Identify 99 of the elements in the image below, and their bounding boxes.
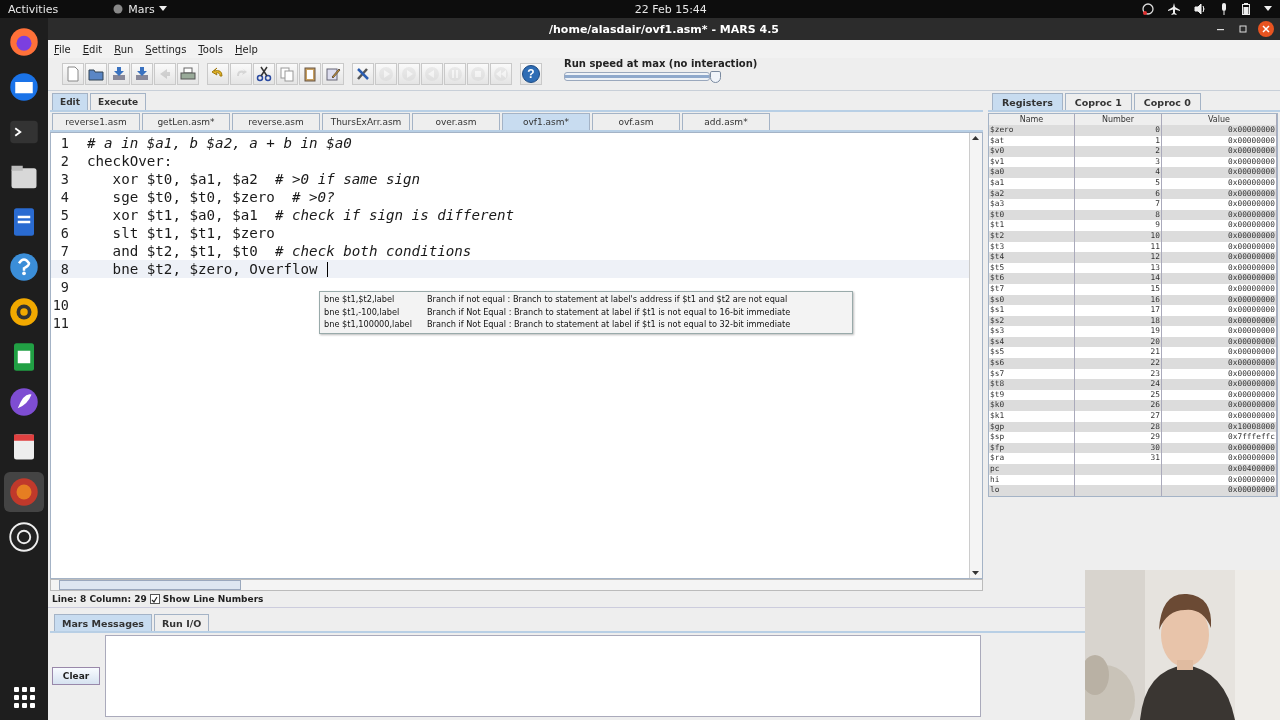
cursor-position: Line: 8 Column: 29 <box>52 594 147 604</box>
checkbox-label[interactable]: Show Line Numbers <box>162 594 264 604</box>
code-line: and $t2, $t1, $t0 # check both conditions <box>111 243 472 259</box>
clock[interactable]: 22 Feb 15:44 <box>634 2 707 16</box>
scissors-icon <box>256 66 272 82</box>
file-tab[interactable]: ThursExArr.asm <box>322 113 410 130</box>
speed-label: Run speed at max (no interaction) <box>564 57 758 69</box>
edit-icon <box>325 66 341 82</box>
printer-icon <box>180 66 196 82</box>
download-icon <box>111 66 127 82</box>
file-tab[interactable]: over.asm <box>412 113 500 130</box>
line-number: 6 <box>59 225 69 241</box>
message-tab[interactable]: Mars Messages <box>54 614 153 631</box>
suggestion-syntax[interactable]: bne $t1,100000,label <box>324 319 427 330</box>
menu-item[interactable]: Edit <box>82 43 103 55</box>
grid-icon[interactable] <box>13 686 35 708</box>
column-header[interactable]: Value <box>1162 114 1277 125</box>
menu-item[interactable]: File <box>54 43 71 55</box>
register-tab[interactable]: Registers <box>992 93 1063 110</box>
activities-button[interactable]: Activities <box>8 2 59 16</box>
disc-icon <box>9 477 39 507</box>
check-icon <box>151 595 159 603</box>
line-number: 8 <box>59 261 69 277</box>
register-tab[interactable]: Coproc 1 <box>1064 93 1132 110</box>
microphone-icon[interactable] <box>1220 3 1228 15</box>
file-tab[interactable]: ovf.asm <box>592 113 680 130</box>
caret-icon <box>158 6 167 12</box>
line-number: 5 <box>59 207 69 223</box>
battery-icon[interactable] <box>1242 3 1250 15</box>
volume-icon[interactable] <box>1194 3 1206 15</box>
text-cursor <box>326 261 328 277</box>
speed-slider[interactable] <box>564 72 710 81</box>
toolbar-button[interactable] <box>85 63 107 85</box>
suggestion-syntax[interactable]: bne $t1,$t2,label <box>324 294 427 305</box>
slider-thumb[interactable] <box>710 70 721 83</box>
suggestion-description: Branch if not equal : Branch to statement at label's address if $t1 and $t2 are not equal <box>427 294 788 305</box>
horizontal-scrollbar[interactable] <box>50 579 983 591</box>
caret-icon[interactable] <box>1264 6 1272 12</box>
line-number: 9 <box>59 279 69 295</box>
pause-icon <box>447 66 463 82</box>
toolbar-button[interactable] <box>253 63 275 85</box>
rewind-icon <box>493 66 509 82</box>
code-line: bne $t2, $zero, Overflow <box>111 261 318 277</box>
file-tab[interactable]: reverse1.asm <box>52 113 140 130</box>
folder-icon <box>88 66 104 82</box>
airplane-icon[interactable] <box>1168 3 1180 15</box>
feather-icon <box>9 387 39 417</box>
menu-item[interactable]: Run <box>114 43 134 55</box>
line-number: 1 <box>59 135 69 151</box>
scroll-thumb[interactable] <box>59 580 241 590</box>
code-line: sge $t0, $t0, $zero # >0? <box>111 189 335 205</box>
line-number: 2 <box>59 153 69 169</box>
file-tab[interactable]: add.asm* <box>682 113 770 130</box>
column-header[interactable]: Name <box>989 114 1075 125</box>
line-number: 3 <box>59 171 69 187</box>
app-menu[interactable]: Mars <box>128 2 155 16</box>
line-number: 11 <box>51 315 69 331</box>
play-icon <box>378 66 394 82</box>
step-icon <box>401 66 417 82</box>
window-title: /home/alasdair/ovf1.asm* - MARS 4.5 <box>549 22 779 36</box>
update-icon[interactable] <box>1142 3 1154 15</box>
stop-icon <box>470 66 486 82</box>
menu-item[interactable]: Tools <box>198 43 223 55</box>
suggestion-syntax[interactable]: bne $t1,-100,label <box>324 306 427 317</box>
file-tab[interactable]: ovf1.asm* <box>502 113 590 130</box>
help-icon <box>9 252 39 282</box>
code-line: xor $t0, $a1, $a2 # >0 if same sign <box>111 171 421 187</box>
menu-item[interactable]: Help <box>235 43 258 55</box>
suggestion-description: Branch if Not Equal : Branch to statement at label if $t1 is not equal to 16-bit immediate <box>427 306 791 317</box>
code-comment: # a in $a1, b $a2, a + b in $a0 <box>87 135 352 151</box>
code-line: slt $t1, $t1, $zero <box>111 225 275 241</box>
speaker-icon <box>9 297 39 327</box>
line-number: 10 <box>51 297 69 313</box>
mode-tab[interactable]: Edit <box>52 93 88 110</box>
envelope-icon <box>9 72 39 102</box>
new-file-icon <box>65 66 81 82</box>
file-tab[interactable]: reverse.asm <box>232 113 320 130</box>
code-line: xor $t1, $a0, $a1 # check if sign is different <box>111 207 515 223</box>
mode-tab[interactable]: Execute <box>90 93 147 110</box>
clipboard-icon <box>302 66 318 82</box>
code-line: checkOver: <box>87 153 173 169</box>
menu-item[interactable]: Settings <box>145 43 187 55</box>
line-number: 4 <box>59 189 69 205</box>
maximize-icon[interactable] <box>1236 22 1250 36</box>
vertical-scrollbar[interactable] <box>969 133 982 578</box>
toolbar-button[interactable] <box>352 63 374 85</box>
file-tab[interactable]: getLen.asm* <box>142 113 230 130</box>
download-icon <box>134 66 150 82</box>
register-tab[interactable]: Coproc 0 <box>1133 93 1201 110</box>
line-number: 7 <box>59 243 69 259</box>
back-step-icon <box>424 66 440 82</box>
close-icon[interactable] <box>1258 21 1274 37</box>
copy-icon <box>279 66 295 82</box>
message-tab[interactable]: Run I/O <box>154 614 210 631</box>
checkbox[interactable] <box>149 594 160 604</box>
suggestion-description: Branch if Not Equal : Branch to statement at label if $t1 is not equal to 32-bit immediate <box>427 319 791 330</box>
clear-button[interactable]: Clear <box>52 667 100 685</box>
toolbar-button[interactable]: ? <box>520 63 542 85</box>
aperture-icon <box>9 522 39 552</box>
